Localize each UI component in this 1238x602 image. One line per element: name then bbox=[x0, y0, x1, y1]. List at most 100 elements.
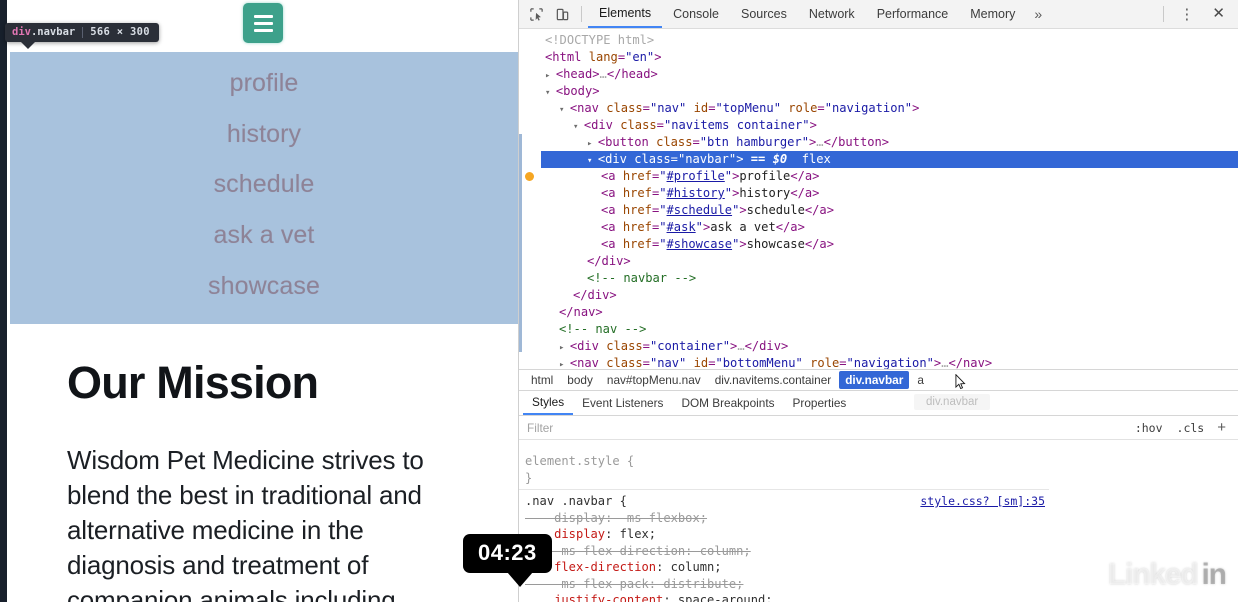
dom-tree-rows: <!DOCTYPE html> <html lang="en"> ▸ <head>…… bbox=[519, 32, 1238, 369]
disclosure-triangle: ▸ bbox=[587, 139, 598, 149]
more-options-icon[interactable]: ⋮ bbox=[1170, 7, 1203, 22]
badge-tag-name: div bbox=[12, 26, 31, 38]
dom-node[interactable]: ▸ <div class="container">…</div> bbox=[519, 338, 1238, 355]
css-rule-close: } bbox=[525, 470, 533, 485]
tab-sources[interactable]: Sources bbox=[730, 0, 798, 28]
toolbar-separator bbox=[581, 6, 582, 22]
dom-node[interactable]: <a href="#profile">profile</a> bbox=[519, 168, 1238, 185]
dom-tree[interactable]: <!DOCTYPE html> <html lang="en"> ▸ <head>…… bbox=[519, 29, 1238, 369]
dom-node[interactable]: ▾ <div class="navitems container"> bbox=[519, 117, 1238, 134]
css-declaration[interactable]: justify-content: space-around; bbox=[525, 592, 1049, 602]
dom-node[interactable]: <html lang="en"> bbox=[519, 49, 1238, 66]
device-toolbar-icon[interactable] bbox=[549, 2, 575, 26]
nav-link-history[interactable]: history bbox=[227, 120, 301, 149]
dom-node[interactable]: ▸ <head>…</head> bbox=[519, 66, 1238, 83]
dom-node[interactable]: <a href="#history">history</a> bbox=[519, 185, 1238, 202]
nav-link-showcase[interactable]: showcase bbox=[208, 272, 320, 301]
dom-node[interactable]: <a href="#showcase">showcase</a> bbox=[519, 236, 1238, 253]
hamburger-menu-button[interactable] bbox=[243, 3, 283, 43]
tab-performance[interactable]: Performance bbox=[866, 0, 960, 28]
dom-breakpoint-marker[interactable] bbox=[525, 172, 534, 181]
page-left-gutter bbox=[7, 0, 10, 602]
close-icon[interactable]: ✕ bbox=[1203, 4, 1234, 24]
dom-node[interactable]: <!DOCTYPE html> bbox=[519, 32, 1238, 49]
dom-node[interactable]: </nav> bbox=[519, 304, 1238, 321]
mission-section: Our Mission Wisdom Pet Medicine strives … bbox=[10, 330, 518, 602]
badge-selector: div.navbar bbox=[12, 26, 75, 38]
styles-pane-tabs: Styles Event Listeners DOM Breakpoints P… bbox=[519, 391, 1238, 416]
breadcrumb[interactable]: html body nav#topMenu.nav div.navitems.c… bbox=[519, 369, 1238, 391]
new-style-rule-button[interactable]: + bbox=[1211, 419, 1230, 436]
cls-toggle-button[interactable]: .cls bbox=[1170, 421, 1212, 435]
css-declaration[interactable]: -ms-flex-direction: column; bbox=[525, 543, 1049, 560]
dom-node[interactable]: ▾ <nav class="nav" id="topMenu" role="na… bbox=[519, 100, 1238, 117]
breadcrumb-item-a[interactable]: a bbox=[911, 371, 930, 389]
hov-toggle-button[interactable]: :hov bbox=[1128, 421, 1170, 435]
breadcrumb-item-navbar[interactable]: div.navbar bbox=[839, 371, 910, 389]
dom-tree-selection-accent bbox=[519, 134, 522, 352]
disclosure-triangle: ▾ bbox=[573, 122, 584, 132]
disclosure-triangle: ▾ bbox=[545, 88, 556, 98]
breadcrumb-item-navitems[interactable]: div.navitems.container bbox=[709, 371, 838, 389]
dom-node[interactable]: ▸ <nav class="nav" id="bottomMenu" role=… bbox=[519, 355, 1238, 369]
mission-paragraph: Wisdom Pet Medicine strives to blend the… bbox=[67, 445, 424, 602]
devtools-panel: Elements Console Sources Network Perform… bbox=[518, 0, 1238, 602]
devtools-toolbar: Elements Console Sources Network Perform… bbox=[519, 0, 1238, 29]
css-declaration[interactable]: -ms-flex-pack: distribute; bbox=[525, 576, 1049, 593]
css-rule-separator bbox=[519, 489, 1049, 490]
css-rule-selector[interactable]: .nav .navbar {style.css? [sm]:35 bbox=[525, 493, 1049, 510]
tab-console[interactable]: Console bbox=[662, 0, 730, 28]
breadcrumb-item-nav[interactable]: nav#topMenu.nav bbox=[601, 371, 707, 389]
styles-tab-properties[interactable]: Properties bbox=[784, 393, 856, 414]
styles-tab-event-listeners[interactable]: Event Listeners bbox=[573, 393, 672, 414]
css-declaration[interactable]: flex-direction: column; bbox=[525, 559, 1049, 576]
dom-node[interactable]: </div> bbox=[519, 253, 1238, 270]
element-inspector-badge: div.navbar 566 × 300 bbox=[5, 23, 159, 49]
dom-node[interactable]: <a href="#ask">ask a vet</a> bbox=[519, 219, 1238, 236]
dom-tree-gutter bbox=[519, 29, 541, 369]
styles-tab-styles[interactable]: Styles bbox=[523, 392, 574, 415]
hamburger-bar-2 bbox=[253, 21, 273, 25]
badge-dimensions: 566 × 300 bbox=[90, 26, 150, 38]
dom-node[interactable]: ▸ <button class="btn hamburger">…</butto… bbox=[519, 134, 1238, 151]
breadcrumb-item-body[interactable]: body bbox=[561, 371, 599, 389]
tab-network[interactable]: Network bbox=[798, 0, 866, 28]
badge-divider bbox=[82, 26, 84, 38]
nav-link-ask-a-vet[interactable]: ask a vet bbox=[214, 221, 315, 250]
styles-tab-dom-breakpoints[interactable]: DOM Breakpoints bbox=[672, 393, 783, 414]
nav-link-schedule[interactable]: schedule bbox=[214, 170, 315, 199]
rendered-webpage-pane: profile history schedule ask a vet showc… bbox=[0, 0, 518, 602]
more-tabs-icon[interactable]: » bbox=[1026, 6, 1050, 22]
css-declaration[interactable]: display: flex; bbox=[525, 526, 1049, 543]
disclosure-triangle: ▾ bbox=[587, 156, 598, 166]
css-rule-selector[interactable]: element.style { bbox=[525, 453, 1049, 470]
disclosure-triangle: ▸ bbox=[559, 343, 570, 353]
dom-node[interactable]: <!-- nav --> bbox=[519, 321, 1238, 338]
nav-link-profile[interactable]: profile bbox=[230, 69, 299, 98]
mission-heading: Our Mission bbox=[67, 357, 319, 408]
dom-node[interactable]: <a href="#schedule">schedule</a> bbox=[519, 202, 1238, 219]
dom-node-selected[interactable]: ▾ <div class="navbar"> == $0 flex bbox=[519, 151, 1238, 168]
css-source-link[interactable]: style.css? [sm]:35 bbox=[920, 493, 1045, 510]
inspect-element-icon[interactable] bbox=[523, 2, 549, 26]
css-declaration[interactable]: display: -ms-flexbox; bbox=[525, 510, 1049, 527]
tab-elements[interactable]: Elements bbox=[588, 0, 663, 28]
video-timestamp-bubble: 04:23 bbox=[463, 534, 552, 587]
disclosure-triangle: ▸ bbox=[545, 71, 556, 81]
dom-node[interactable]: <!-- navbar --> bbox=[519, 270, 1238, 287]
hamburger-bar-1 bbox=[253, 14, 273, 18]
css-rules-pane[interactable]: element.style {} .nav .navbar {style.css?… bbox=[519, 449, 1049, 602]
tab-memory[interactable]: Memory bbox=[959, 0, 1026, 28]
disclosure-triangle: ▸ bbox=[559, 360, 570, 369]
styles-filter-input[interactable]: Filter bbox=[527, 421, 1128, 435]
hamburger-bar-3 bbox=[253, 28, 273, 32]
toolbar-separator-right bbox=[1163, 6, 1165, 22]
page-left-edge bbox=[0, 0, 7, 602]
styles-pane-element-hint: div.navbar bbox=[914, 394, 991, 410]
styles-filter-bar: Filter :hov .cls + bbox=[519, 416, 1238, 440]
disclosure-triangle: ▾ bbox=[559, 105, 570, 115]
dom-node[interactable]: </div> bbox=[519, 287, 1238, 304]
dom-node[interactable]: ▾ <body> bbox=[519, 83, 1238, 100]
breadcrumb-item-html[interactable]: html bbox=[525, 371, 559, 389]
mouse-cursor-icon bbox=[955, 374, 966, 390]
